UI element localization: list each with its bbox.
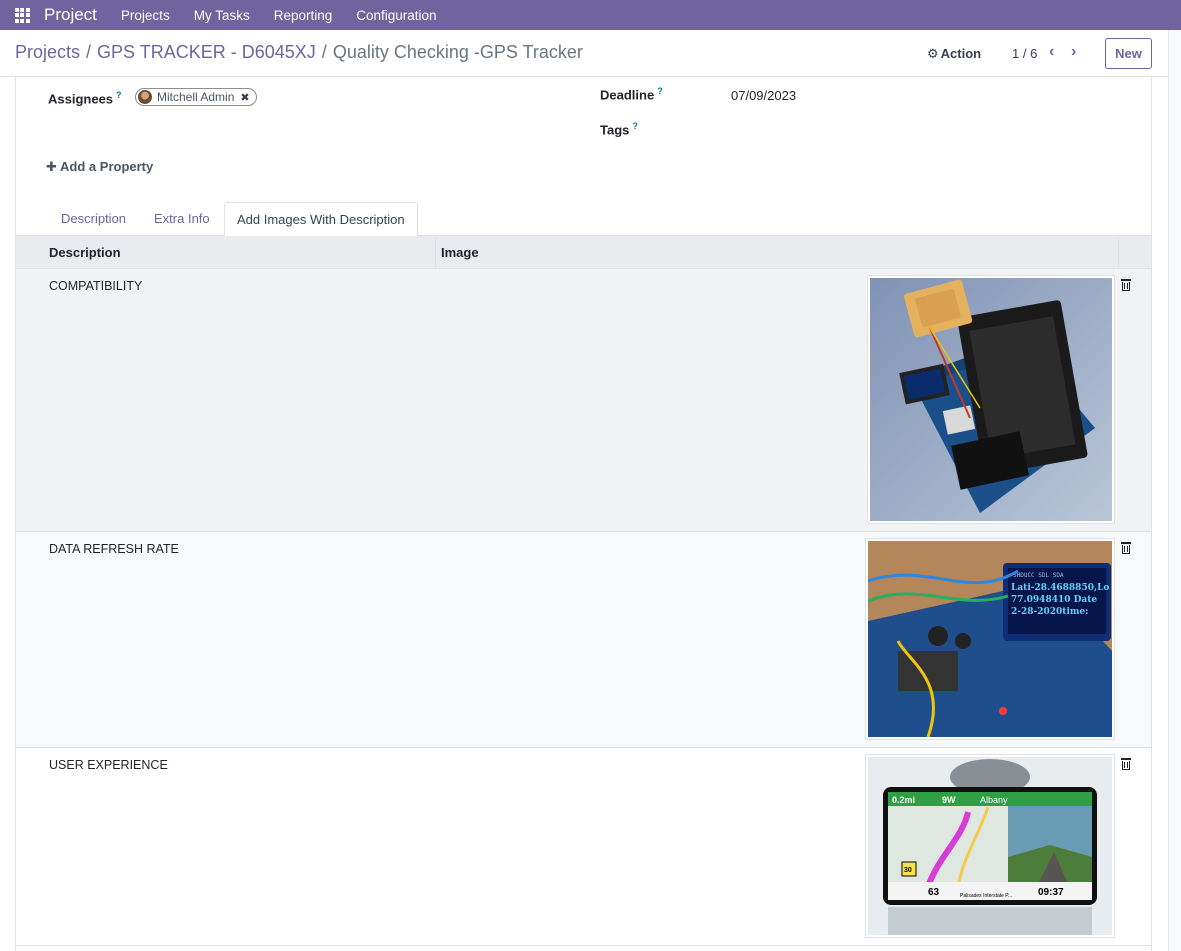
arduino-oled-image: SHDUCC SDL SDA Lati-28.4688850,Lo 77.094… [867,541,1112,738]
row-description: DATA REFRESH RATE [49,542,179,556]
control-panel: Projects / GPS TRACKER - D6045XJ / Quality C… [0,30,1168,77]
breadcrumb-project[interactable]: GPS TRACKER - D6045XJ [97,42,316,62]
nav-reporting[interactable]: Reporting [262,8,345,23]
help-icon[interactable]: ? [657,86,663,96]
action-label: Action [940,46,982,61]
row-description: USER EXPERIENCE [49,758,168,772]
deadline-field[interactable]: 07/09/2023 [731,88,796,103]
nav-speed-limit: 30 [904,867,912,874]
gear-icon: ⚙ [927,46,939,61]
top-navbar: Project Projects My Tasks Reporting Conf… [0,0,1181,30]
chevron-left-icon[interactable]: ‹ [1049,43,1054,61]
assignee-tag[interactable]: Mitchell Admin ✖ [135,88,257,106]
table-header: Description Image [16,236,1151,269]
pager-value[interactable]: 1 / 6 [1012,46,1037,61]
nav-time: 09:37 [1038,887,1064,898]
trash-icon [1121,279,1131,291]
add-property-button[interactable]: ✚ Add a Property [46,159,153,175]
row-description: COMPATIBILITY [49,279,143,293]
app-brand[interactable]: Project [44,5,97,25]
car-gps-navigator-image: 0.2mi 9W Albany 30 63 Palisades Intersta… [868,757,1112,935]
breadcrumb-current: Quality Checking -GPS Tracker [332,42,583,62]
delete-row-button[interactable] [1121,542,1131,554]
tab-description[interactable]: Description [49,202,138,236]
plus-icon: ✚ [46,159,57,174]
nav-street: Palisades Interstate P... [960,893,1012,899]
delete-row-button[interactable] [1121,758,1131,770]
nav-speed: 63 [928,887,940,898]
breadcrumb: Projects / GPS TRACKER - D6045XJ / Quality C… [15,42,583,63]
deadline-label: Deadline? [600,86,663,103]
oled-header: SHDUCC SDL SDA [1013,572,1064,579]
column-image[interactable]: Image [441,245,479,260]
tags-label: Tags? [600,121,638,138]
oled-line-3: 2-28-2020time: [1011,607,1088,617]
nav-exit: 9W [942,795,956,805]
tab-add-images[interactable]: Add Images With Description [224,202,418,236]
breadcrumb-separator: / [321,42,327,62]
table-row[interactable]: COMPATIBILITY [16,269,1151,532]
right-gutter [1168,30,1181,951]
new-button[interactable]: New [1105,38,1152,69]
action-button[interactable]: ⚙ Action [927,46,981,62]
help-icon[interactable]: ? [632,121,638,131]
oled-line-1: Lati-28.4688850,Lo [1011,583,1109,593]
column-divider [1118,236,1119,269]
column-divider [435,236,436,269]
oled-line-2: 77.0948410 Date [1011,595,1097,605]
nav-my-tasks[interactable]: My Tasks [182,8,262,23]
chevron-right-icon[interactable]: › [1071,43,1076,61]
trash-icon [1121,758,1131,770]
delete-row-button[interactable] [1121,279,1131,291]
tab-extra-info[interactable]: Extra Info [142,202,222,236]
column-description[interactable]: Description [49,245,121,260]
row-image[interactable] [867,275,1115,524]
assignee-name: Mitchell Admin [157,90,235,104]
table-row[interactable]: USER EXPERIENCE 0.2mi 9W Albany 30 63 Pa… [16,748,1151,946]
assignees-label: Assignees? [48,90,122,107]
nav-projects[interactable]: Projects [109,8,182,23]
row-image[interactable]: SHDUCC SDL SDA Lati-28.4688850,Lo 77.094… [865,538,1115,740]
row-image[interactable]: 0.2mi 9W Albany 30 63 Palisades Intersta… [865,754,1115,938]
notebook-tabs: Description Extra Info Add Images With D… [15,202,1152,236]
apps-menu-icon[interactable] [0,0,44,30]
trash-icon [1121,542,1131,554]
remove-tag-icon[interactable]: ✖ [240,91,249,104]
nav-distance: 0.2mi [892,795,915,805]
table-row[interactable]: DATA REFRESH RATE SHDUCC SDL SDA Lati-28… [16,532,1151,748]
gps-module-board-image [870,278,1112,521]
nav-destination: Albany [980,795,1008,805]
avatar [138,90,152,104]
nav-configuration[interactable]: Configuration [344,8,448,23]
help-icon[interactable]: ? [116,90,122,100]
breadcrumb-separator: / [86,42,92,62]
breadcrumb-projects[interactable]: Projects [15,42,80,62]
